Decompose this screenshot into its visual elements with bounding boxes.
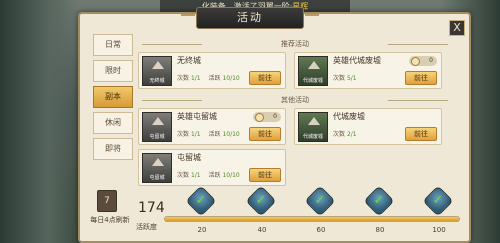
pagoda-icon <box>308 117 320 125</box>
tab-daily[interactable]: 日常 <box>93 34 133 56</box>
count-value: 1/1 <box>190 131 201 138</box>
activity-value: 10/10 <box>222 172 240 179</box>
card-title: 英雄代城废墟 <box>333 56 381 65</box>
milestone-label: 80 <box>375 226 385 234</box>
reward-chest-20[interactable]: ✓ <box>185 185 217 217</box>
timer-icon: 0 <box>253 112 281 122</box>
count-label: 次数 <box>177 131 190 138</box>
milestone-label: 40 <box>257 226 267 234</box>
refresh-note: 每日4点刷新 <box>90 216 130 224</box>
activity-value: 10/10 <box>222 131 240 138</box>
milestone-label: 100 <box>432 226 446 234</box>
activity-panel: 日常 限时 副本 休闲 即将 7 每日4点刷新 推荐活动 无终城 无终城 次数 … <box>78 12 471 243</box>
pagoda-icon <box>308 61 320 69</box>
card-title: 代城废墟 <box>333 112 365 121</box>
activity-total-label: 活跃度 <box>136 223 157 231</box>
count-label: 次数 <box>177 172 190 179</box>
check-icon: ✓ <box>314 193 326 208</box>
thumb-label: 屯留城 <box>149 175 165 181</box>
activity-progress-bar <box>164 216 460 222</box>
go-button[interactable]: 前往 <box>249 71 281 85</box>
card-meta: 次数 1/1 活跃 10/10 <box>177 129 240 138</box>
go-button[interactable]: 前往 <box>249 127 281 141</box>
tab-upcoming[interactable]: 即将 <box>93 138 133 160</box>
activity-card: 代城废墟 代城废墟 次数 2/1 前往 <box>294 108 442 145</box>
card-thumbnail: 屯留城 <box>142 153 172 183</box>
activity-card: 代城废墟 英雄代城废墟 0 次数 5/1 前往 <box>294 52 442 89</box>
activity-progress-fill <box>165 217 459 221</box>
tab-dungeon[interactable]: 副本 <box>93 86 133 108</box>
tab-leisure[interactable]: 休闲 <box>93 112 133 134</box>
activity-card: 屯留城 屯留城 次数 1/1 活跃 10/10 前往 <box>138 149 286 186</box>
pagoda-icon <box>152 117 164 125</box>
pagoda-icon <box>152 61 164 69</box>
check-icon: ✓ <box>373 193 385 208</box>
thumb-label: 代城废墟 <box>302 134 323 140</box>
close-button[interactable]: X <box>449 20 465 36</box>
activity-total: 174 <box>138 200 165 216</box>
count-label: 次数 <box>333 131 346 138</box>
check-icon: ✓ <box>432 193 444 208</box>
activity-card: 屯留城 英雄屯留城 0 次数 1/1 活跃 10/10 前往 <box>138 108 286 145</box>
card-title: 屯留城 <box>177 153 201 162</box>
count-value: 5/1 <box>346 75 357 82</box>
reward-chest-60[interactable]: ✓ <box>304 185 336 217</box>
window-title: 活动 <box>181 7 319 29</box>
card-thumbnail: 屯留城 <box>142 112 172 142</box>
thumb-label: 无终城 <box>149 78 165 84</box>
activity-value: 10/10 <box>222 75 240 82</box>
section-other: 其他活动 <box>142 95 448 105</box>
reward-chest-80[interactable]: ✓ <box>363 185 395 217</box>
card-meta: 次数 2/1 <box>333 129 357 138</box>
activity-label: 活跃 <box>208 75 221 82</box>
card-thumbnail: 无终城 <box>142 56 172 86</box>
activity-label: 活跃 <box>208 131 221 138</box>
activity-card: 无终城 无终城 次数 1/1 活跃 10/10 前往 <box>138 52 286 89</box>
card-meta: 次数 1/1 活跃 10/10 <box>177 73 240 82</box>
thumb-label: 屯留城 <box>149 134 165 140</box>
go-button[interactable]: 前往 <box>405 71 437 85</box>
card-thumbnail: 代城废墟 <box>298 56 328 86</box>
card-meta: 次数 5/1 <box>333 73 357 82</box>
milestone-label: 20 <box>197 226 207 234</box>
check-icon: ✓ <box>255 193 267 208</box>
milestone-label: 60 <box>316 226 326 234</box>
card-title: 英雄屯留城 <box>177 112 217 121</box>
tab-limited[interactable]: 限时 <box>93 60 133 82</box>
check-icon: ✓ <box>195 193 207 208</box>
activity-label: 活跃 <box>208 172 221 179</box>
card-title: 无终城 <box>177 56 201 65</box>
count-value: 1/1 <box>190 172 201 179</box>
card-meta: 次数 1/1 活跃 10/10 <box>177 170 240 179</box>
timer-icon: 0 <box>409 56 437 66</box>
reward-chest-40[interactable]: ✓ <box>245 185 277 217</box>
go-button[interactable]: 前往 <box>405 127 437 141</box>
sidebar: 日常 限时 副本 休闲 即将 <box>90 34 136 164</box>
section-recommended: 推荐活动 <box>142 39 448 49</box>
count-value: 1/1 <box>190 75 201 82</box>
thumb-label: 代城废墟 <box>302 78 323 84</box>
pagoda-icon <box>152 158 164 166</box>
go-button[interactable]: 前往 <box>249 168 281 182</box>
count-label: 次数 <box>177 75 190 82</box>
card-thumbnail: 代城废墟 <box>298 112 328 142</box>
background-scene-left <box>0 0 80 243</box>
count-label: 次数 <box>333 75 346 82</box>
count-value: 2/1 <box>346 131 357 138</box>
calendar-icon: 7 <box>97 190 117 212</box>
reward-chest-100[interactable]: ✓ <box>422 185 454 217</box>
